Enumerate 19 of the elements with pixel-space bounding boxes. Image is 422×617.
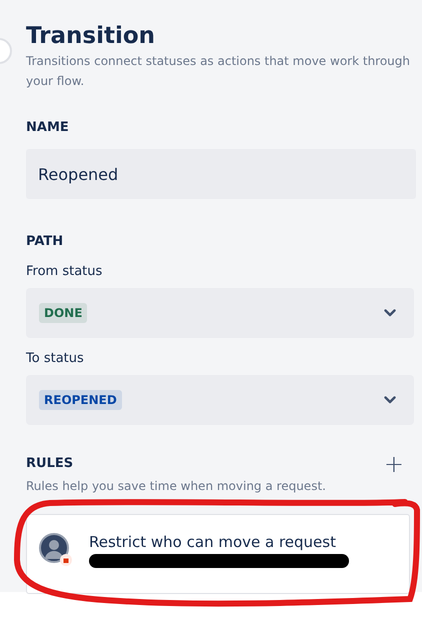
status-lozenge: REOPENED (39, 390, 122, 410)
field-label: To status (26, 350, 85, 368)
chevron-down-icon (384, 396, 396, 404)
rule-title: Restrict who can move a request (89, 533, 337, 551)
rule-card[interactable]: Restrict who can move a request (26, 514, 410, 594)
status-select[interactable]: DONE (26, 288, 414, 338)
section-label: NAME (26, 119, 70, 137)
section-label: RULES (26, 455, 74, 473)
panel-description: Transitions connect statuses as actions that move work through your flow. (26, 53, 412, 90)
status-lozenge: DONE (39, 303, 88, 323)
section-label: PATH (26, 233, 64, 251)
rules-description: Rules help you save time when moving a request. (26, 478, 327, 495)
chevron-down-icon (384, 309, 396, 317)
user-lock-icon (39, 533, 73, 567)
name-input[interactable]: Reopened (26, 149, 416, 199)
status-select[interactable]: REOPENED (26, 375, 414, 425)
add-rule-button[interactable]: + (384, 453, 404, 475)
panel-title: Transition (26, 22, 156, 50)
field-label: From status (26, 263, 104, 281)
